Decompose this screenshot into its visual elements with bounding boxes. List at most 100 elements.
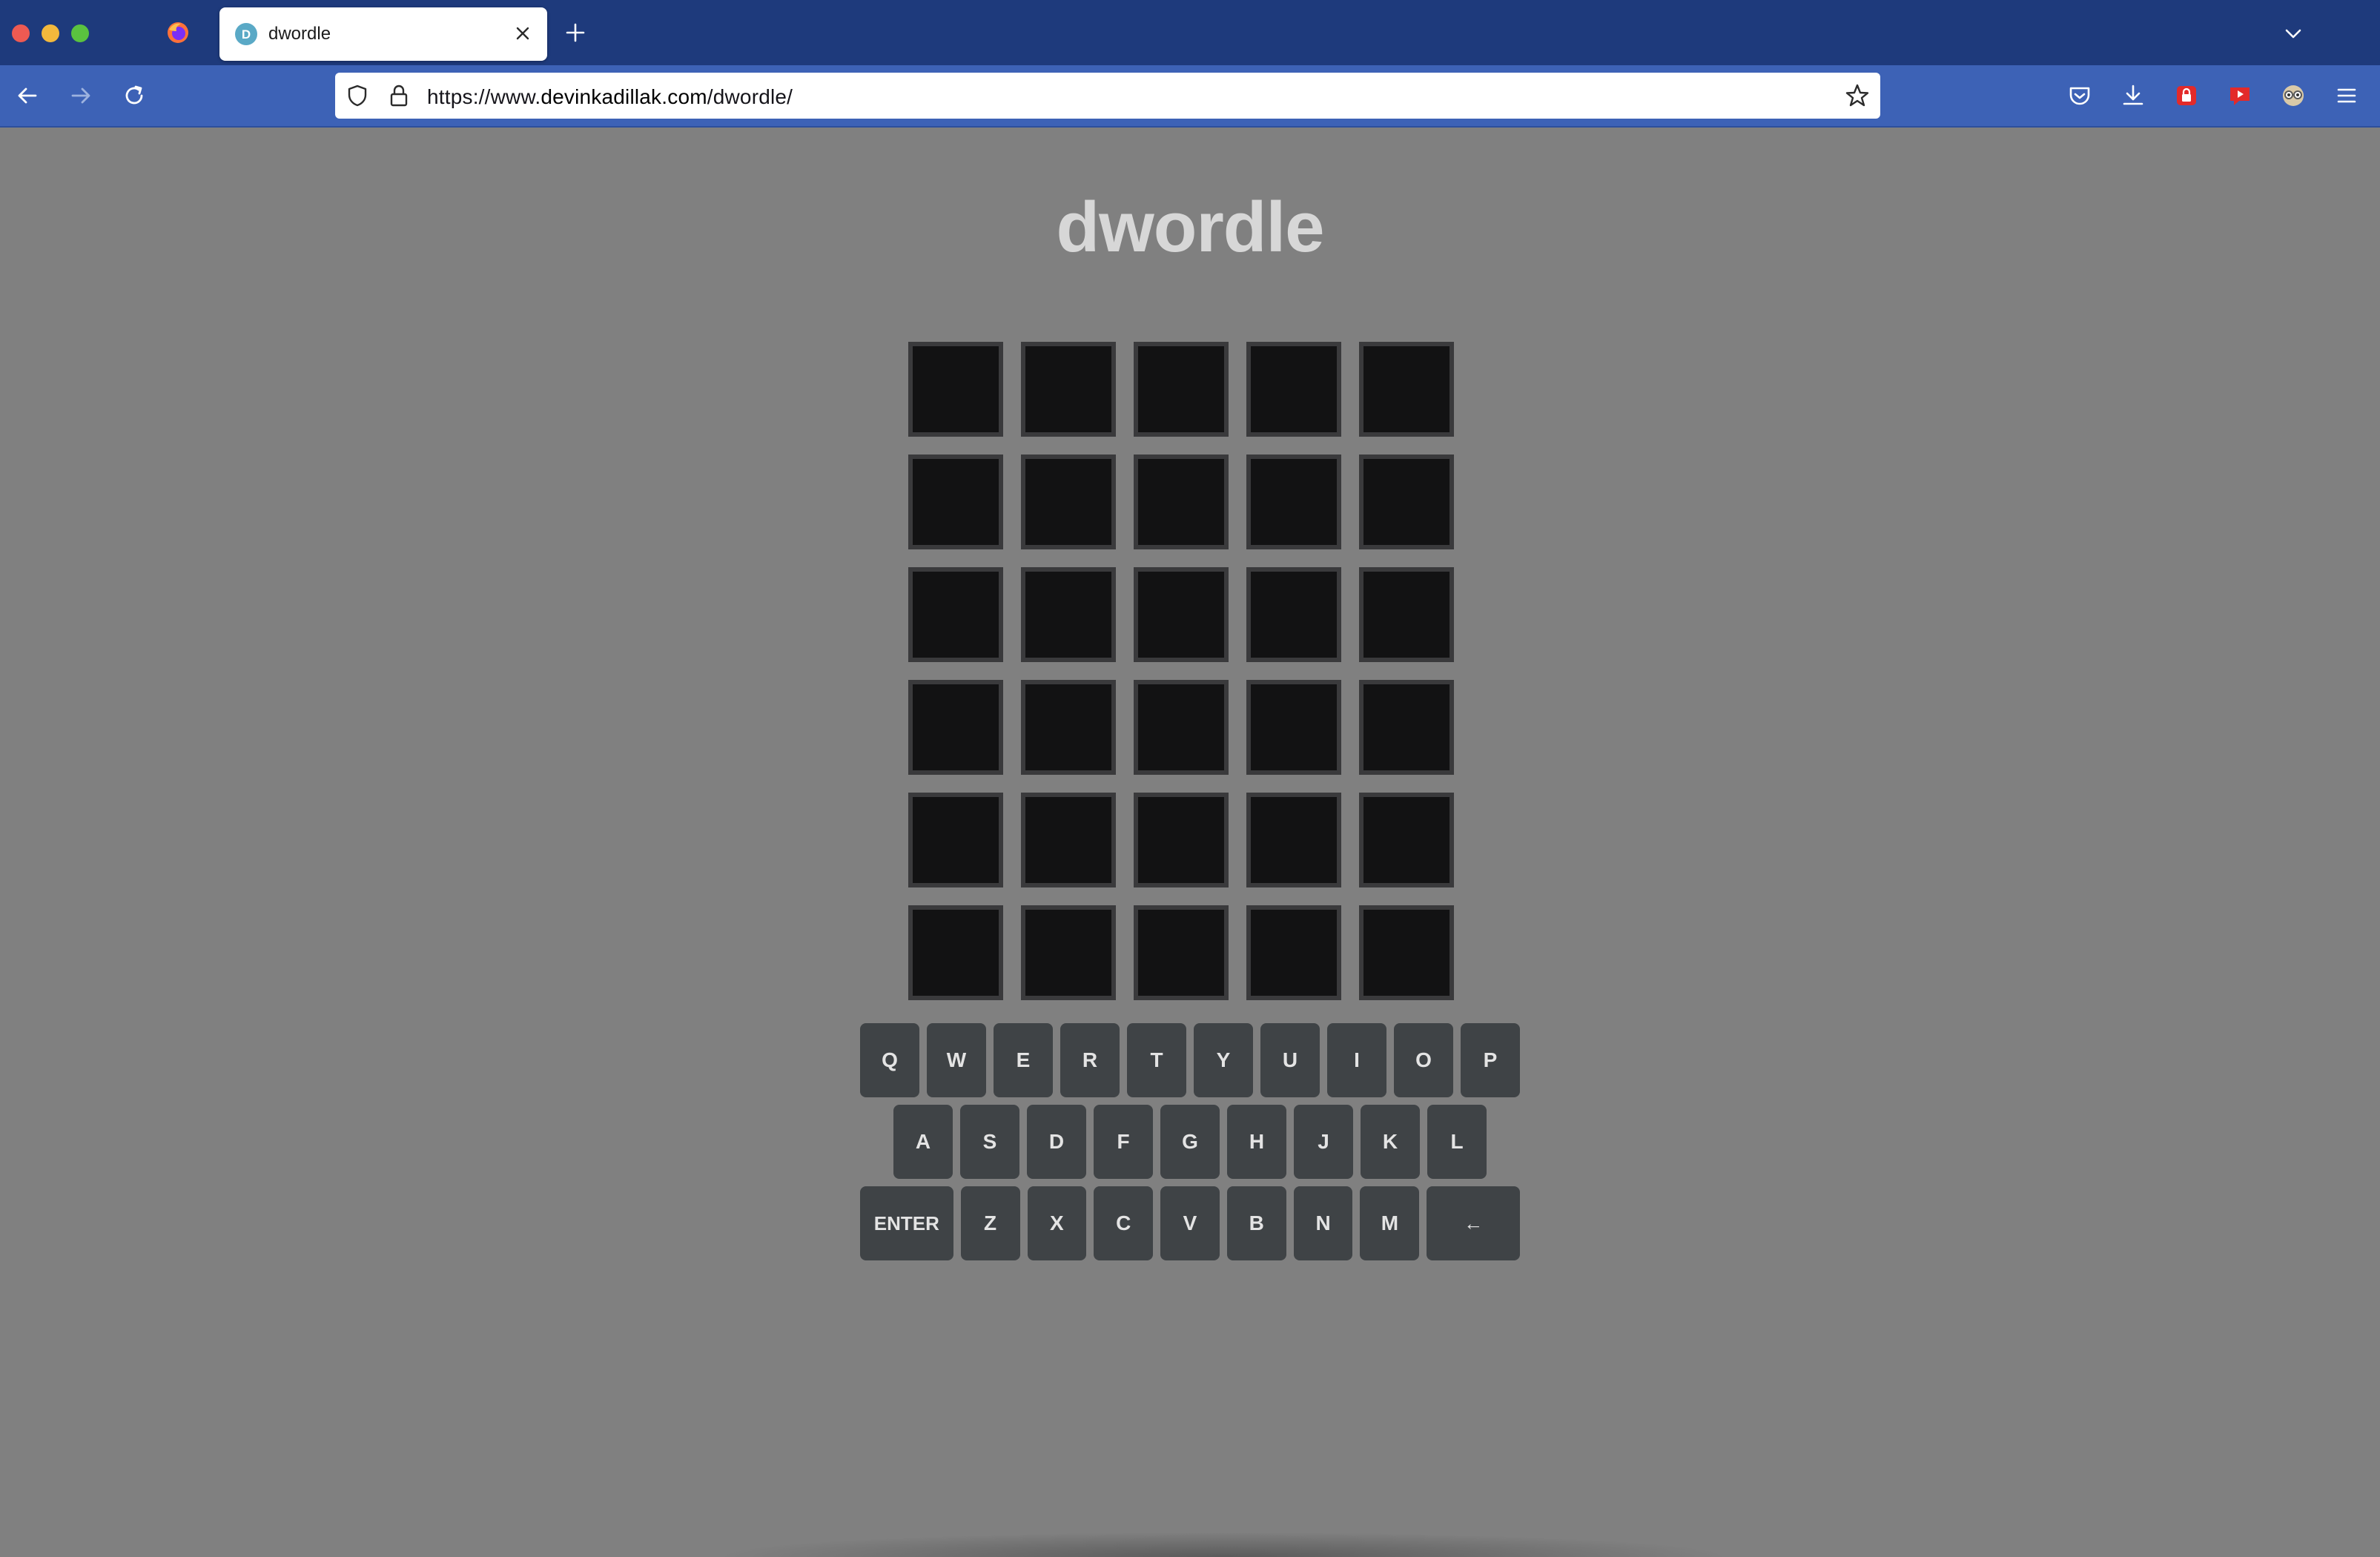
board-row <box>908 567 1469 662</box>
keyboard-row3: ENTER Z X C V B N M ← <box>856 1186 1524 1260</box>
key-u[interactable]: U <box>1260 1023 1320 1097</box>
keyboard-row2: ASDFGHJKL <box>856 1105 1524 1179</box>
key-e[interactable]: E <box>994 1023 1053 1097</box>
letter-tile <box>908 793 1003 887</box>
letter-tile <box>908 680 1003 775</box>
key-g[interactable]: G <box>1160 1105 1220 1179</box>
key-y[interactable]: Y <box>1194 1023 1253 1097</box>
addon-red-lock-icon[interactable] <box>2172 82 2201 110</box>
key-t[interactable]: T <box>1127 1023 1186 1097</box>
letter-tile <box>1021 680 1116 775</box>
letter-tile <box>908 567 1003 662</box>
key-q[interactable]: Q <box>860 1023 919 1097</box>
shield-icon[interactable] <box>346 84 369 108</box>
maximize-window-button[interactable] <box>71 24 89 42</box>
key-k[interactable]: K <box>1361 1105 1420 1179</box>
key-i[interactable]: I <box>1327 1023 1386 1097</box>
letter-tile <box>1134 567 1229 662</box>
reload-icon[interactable] <box>120 82 148 110</box>
letter-tile <box>1359 567 1454 662</box>
letter-tile <box>1021 905 1116 1000</box>
letter-tile <box>1021 793 1116 887</box>
board-row <box>908 793 1469 887</box>
letter-tile <box>908 454 1003 549</box>
key-l[interactable]: L <box>1427 1105 1487 1179</box>
letter-tile <box>908 905 1003 1000</box>
forward-arrow-icon[interactable] <box>67 82 95 110</box>
favicon-letter: D <box>242 27 251 42</box>
key-v[interactable]: V <box>1160 1186 1220 1260</box>
letter-tile <box>1134 793 1229 887</box>
game-title: dwordle <box>1056 188 1324 267</box>
key-m[interactable]: M <box>1360 1186 1420 1260</box>
board-row <box>908 905 1469 1000</box>
key-h[interactable]: H <box>1227 1105 1286 1179</box>
key-o[interactable]: O <box>1394 1023 1453 1097</box>
key-s[interactable]: S <box>960 1105 1019 1179</box>
letter-tile <box>908 342 1003 437</box>
minimize-window-button[interactable] <box>42 24 59 42</box>
chevron-down-icon[interactable] <box>2282 22 2304 44</box>
key-c[interactable]: C <box>1094 1186 1154 1260</box>
letter-tile <box>1246 567 1341 662</box>
addon-youtube-icon[interactable] <box>2226 82 2254 110</box>
letter-tile <box>1246 905 1341 1000</box>
plus-icon[interactable] <box>563 21 587 44</box>
letter-tile <box>1359 680 1454 775</box>
key-r[interactable]: R <box>1060 1023 1120 1097</box>
letter-tile <box>1246 793 1341 887</box>
letter-tile <box>1134 905 1229 1000</box>
lock-icon[interactable] <box>387 83 411 108</box>
key-w[interactable]: W <box>927 1023 986 1097</box>
letter-tile <box>1359 793 1454 887</box>
letter-tile <box>1021 567 1116 662</box>
url-path: /dwordle/ <box>707 85 793 108</box>
key-z[interactable]: Z <box>960 1186 1020 1260</box>
page-bottom-shadow <box>712 1532 1735 1557</box>
tab-title: dwordle <box>268 24 331 44</box>
letter-tile <box>1359 342 1454 437</box>
letter-tile <box>1359 905 1454 1000</box>
letter-tile <box>1246 454 1341 549</box>
board-row <box>908 680 1469 775</box>
board-row <box>908 454 1469 549</box>
letter-tile <box>1134 680 1229 775</box>
pocket-icon[interactable] <box>2066 82 2094 110</box>
star-icon[interactable] <box>1845 83 1870 108</box>
key-f[interactable]: F <box>1094 1105 1153 1179</box>
key-j[interactable]: J <box>1294 1105 1353 1179</box>
letter-tile <box>1134 454 1229 549</box>
browser-nav-bar: https://www.devinkadillak.com/dwordle/ <box>0 65 2380 128</box>
close-icon[interactable] <box>512 22 534 44</box>
site-favicon-icon: D <box>235 23 257 45</box>
addon-avatar-icon[interactable] <box>2279 82 2307 110</box>
letter-tile <box>1359 454 1454 549</box>
menu-icon[interactable] <box>2333 82 2361 110</box>
firefox-icon[interactable] <box>166 21 190 44</box>
download-icon[interactable] <box>2119 82 2147 110</box>
url-prefix: https://www. <box>427 85 541 108</box>
key-x[interactable]: X <box>1027 1186 1087 1260</box>
letter-tile <box>1246 342 1341 437</box>
key-b[interactable]: B <box>1226 1186 1286 1260</box>
url-domain: devinkadillak.com <box>541 85 707 108</box>
backspace-key[interactable]: ← <box>1427 1186 1520 1260</box>
tab-dwordle[interactable]: D dwordle <box>219 7 547 61</box>
game-board <box>908 342 1469 1018</box>
letter-tile <box>1134 342 1229 437</box>
back-arrow-icon[interactable] <box>13 82 42 110</box>
key-n[interactable]: N <box>1293 1186 1353 1260</box>
board-row <box>908 342 1469 437</box>
close-window-button[interactable] <box>12 24 30 42</box>
on-screen-keyboard: Q W E R T Y U I O P A S D F G H J K L ENTER Z X C V B N M ← <box>856 1023 1524 1268</box>
key-a[interactable]: A <box>893 1105 953 1179</box>
letter-tile <box>1021 454 1116 549</box>
address-bar[interactable]: https://www.devinkadillak.com/dwordle/ <box>335 73 1880 119</box>
url-text[interactable]: https://www.devinkadillak.com/dwordle/ <box>427 85 793 109</box>
key-d[interactable]: D <box>1027 1105 1086 1179</box>
letter-tile <box>1021 342 1116 437</box>
enter-key[interactable]: ENTER <box>860 1186 953 1260</box>
keyboard-row1: QWERTYUIOP <box>856 1023 1524 1097</box>
browser-tab-strip: D dwordle <box>0 0 2380 65</box>
key-p[interactable]: P <box>1461 1023 1520 1097</box>
